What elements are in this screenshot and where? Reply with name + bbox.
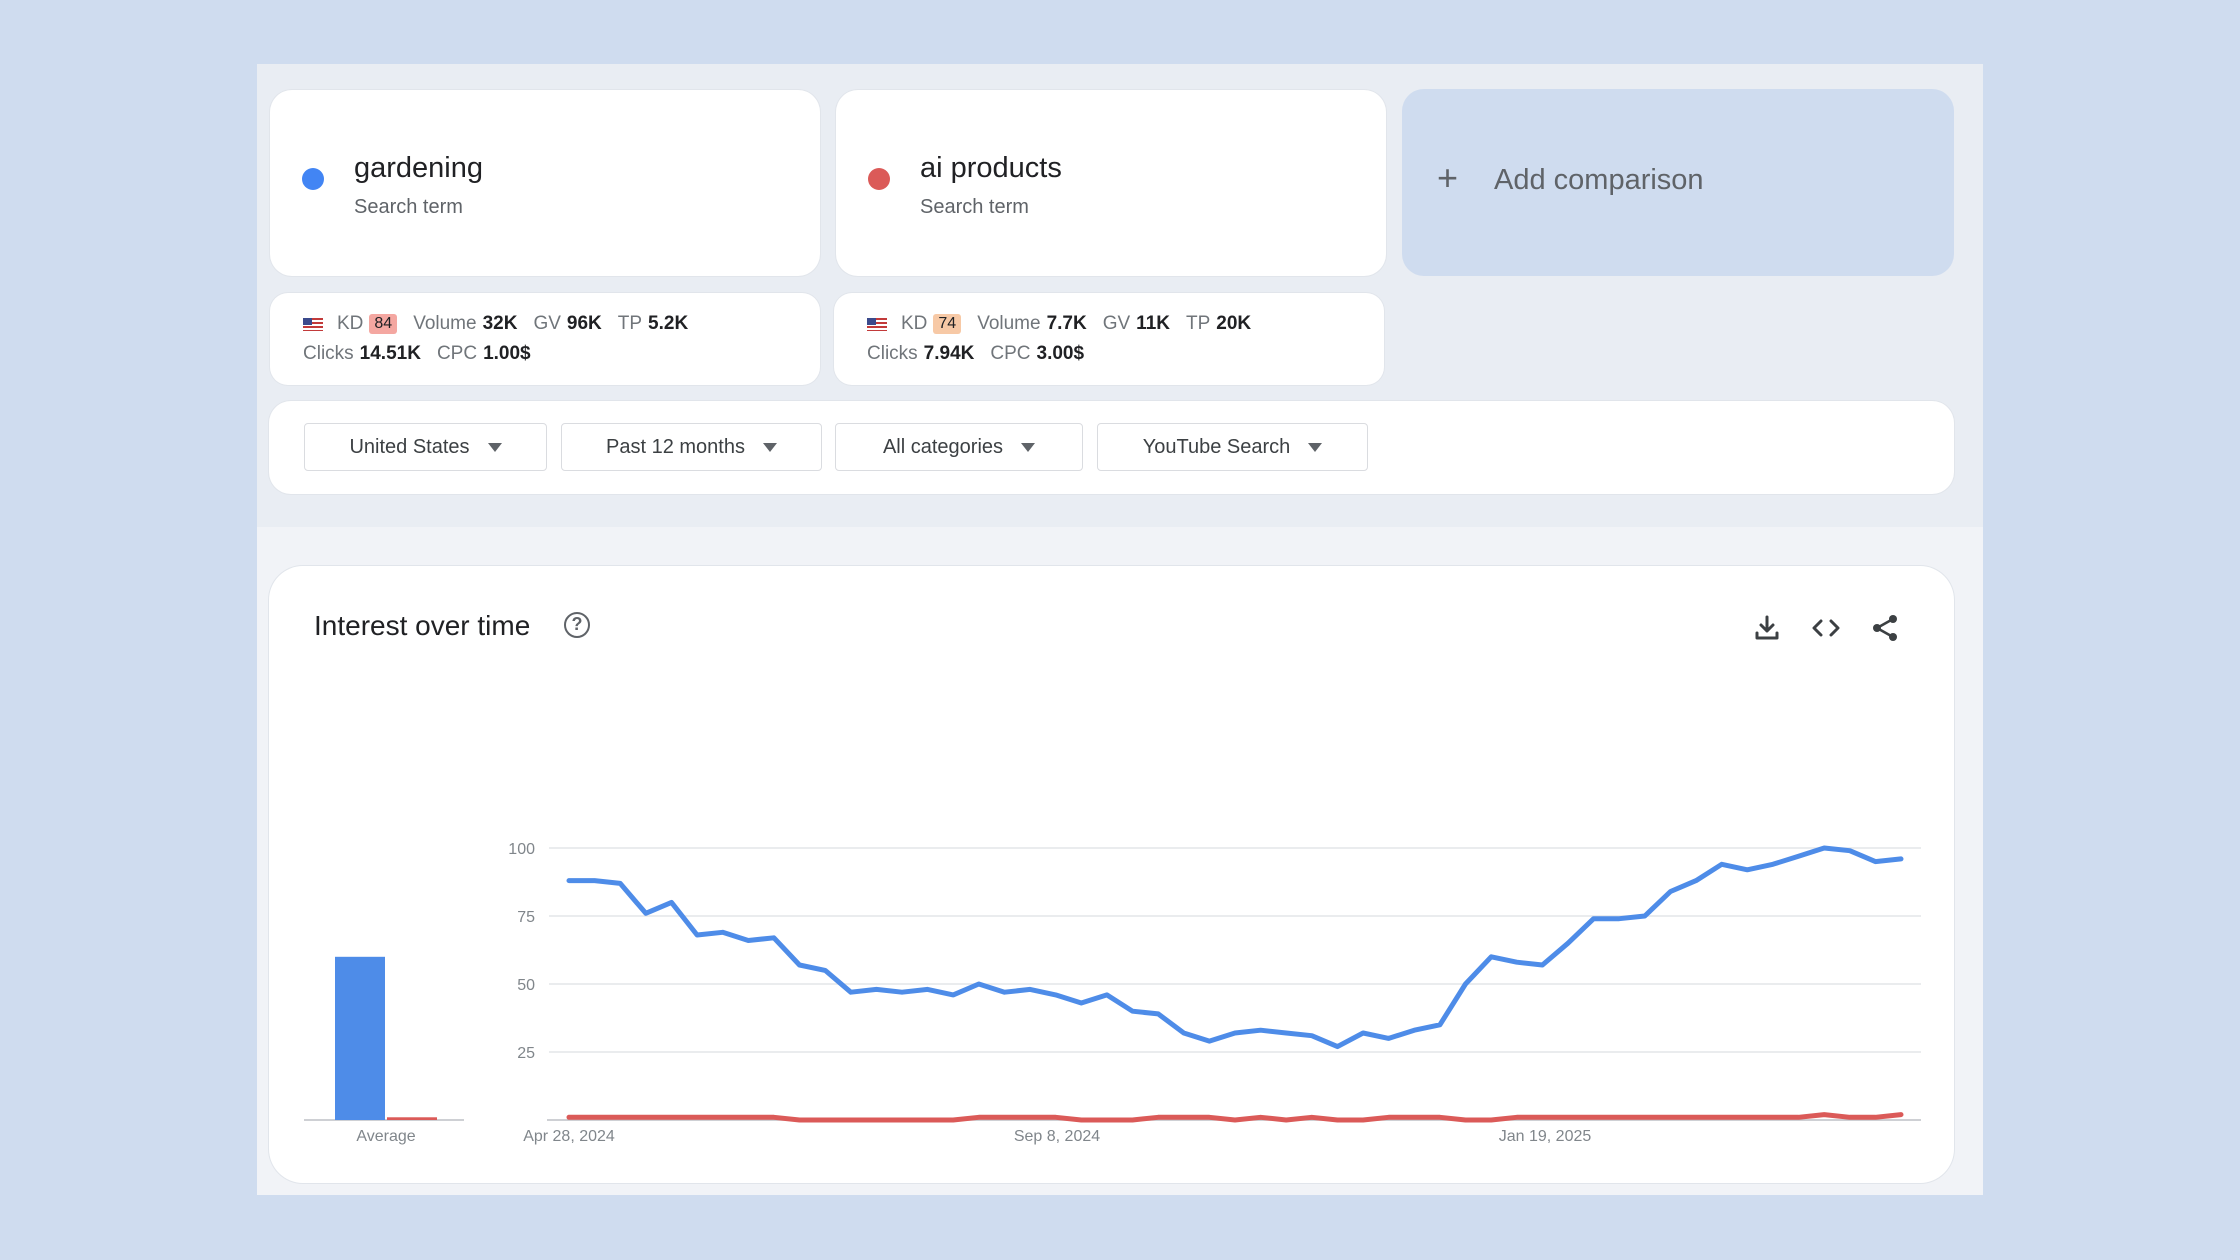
- plus-icon: +: [1437, 157, 1459, 198]
- add-comparison-label: Add comparison: [1494, 164, 1704, 196]
- caret-down-icon: [1308, 442, 1323, 452]
- term-card-ai-products[interactable]: ai products Search term: [836, 90, 1386, 276]
- clicks-label: Clicks: [303, 343, 354, 364]
- cpc-value: 3.00$: [1036, 343, 1085, 364]
- term-subtitle: Search term: [920, 196, 1029, 218]
- clicks-value: 14.51K: [359, 343, 421, 364]
- category-dropdown[interactable]: All categories: [835, 423, 1083, 471]
- y-tick-label: 75: [517, 909, 535, 926]
- y-tick-label: 50: [517, 977, 535, 994]
- metrics-card-gardening: KD 84 Volume 32K GV 96K TP 5.2K Clicks 1…: [270, 293, 820, 385]
- dropdown-label: YouTube Search: [1142, 435, 1291, 458]
- clicks-label: Clicks: [867, 343, 918, 364]
- country-dropdown[interactable]: United States: [304, 423, 547, 471]
- average-bar: [387, 1117, 437, 1120]
- caret-down-icon: [1021, 442, 1036, 452]
- gv-value: 11K: [1136, 313, 1170, 334]
- average-bar: [335, 956, 385, 1120]
- dropdown-label: All categories: [882, 435, 1004, 458]
- cpc-label: CPC: [990, 343, 1031, 364]
- y-tick-label: 100: [508, 841, 535, 858]
- x-tick-label: Jan 19, 2025: [1499, 1128, 1592, 1145]
- term-subtitle: Search term: [354, 196, 463, 218]
- clicks-value: 7.94K: [923, 343, 975, 364]
- term-color-dot: [868, 168, 890, 190]
- gv-value: 96K: [566, 313, 602, 334]
- y-tick-label: 25: [517, 1045, 535, 1062]
- term-name: gardening: [354, 152, 483, 184]
- kd-label: KD: [901, 313, 928, 334]
- kd-label: KD: [337, 313, 364, 334]
- add-comparison-button[interactable]: + Add comparison: [1402, 89, 1954, 276]
- us-flag-icon: [303, 317, 323, 331]
- tp-value: 5.2K: [648, 313, 689, 334]
- term-name: ai products: [920, 152, 1062, 184]
- main-panel: gardening Search term ai products Search…: [257, 64, 1983, 1195]
- cpc-label: CPC: [436, 343, 478, 364]
- metrics-card-ai-products: KD 74 Volume 7.7K GV 11K TP 20K Clicks 7…: [834, 293, 1384, 385]
- interest-chart: 25 50 75 100 Average Apr 28, 2024 Sep 8, 2024 J…: [304, 841, 1921, 1145]
- average-label: Average: [356, 1128, 415, 1145]
- us-flag-icon: [867, 317, 887, 331]
- tp-label: TP: [617, 313, 643, 334]
- term-color-dot: [302, 168, 324, 190]
- caret-down-icon: [487, 442, 502, 452]
- time-range-dropdown[interactable]: Past 12 months: [561, 423, 822, 471]
- tp-label: TP: [1185, 313, 1211, 334]
- gv-label: GV: [1102, 313, 1131, 334]
- caret-down-icon: [762, 442, 777, 452]
- volume-label: Volume: [977, 313, 1041, 334]
- search-type-dropdown[interactable]: YouTube Search: [1097, 423, 1368, 471]
- cpc-value: 1.00$: [483, 343, 531, 364]
- volume-value: 7.7K: [1046, 313, 1087, 334]
- dropdown-label: United States: [349, 435, 470, 458]
- filter-bar: United States Past 12 months All categor…: [269, 401, 1954, 494]
- dropdown-label: Past 12 months: [606, 435, 745, 458]
- kd-badge: 84: [369, 314, 398, 334]
- volume-value: 32K: [482, 313, 518, 334]
- term-card-gardening[interactable]: gardening Search term: [270, 90, 820, 276]
- metrics-row-top: KD 84 Volume 32K GV 96K TP 5.2K: [303, 313, 698, 335]
- x-tick-label: Sep 8, 2024: [1014, 1128, 1100, 1145]
- gv-label: GV: [533, 313, 561, 334]
- metrics-row-top: KD 74 Volume 7.7K GV 11K TP 20K: [867, 313, 1261, 335]
- metrics-row-bottom: Clicks 7.94K CPC 3.00$: [867, 343, 1094, 365]
- kd-badge: 74: [933, 314, 962, 334]
- series-line: [566, 845, 1904, 1050]
- series-line: [566, 1112, 1904, 1123]
- x-tick-label: Apr 28, 2024: [523, 1128, 615, 1145]
- volume-label: Volume: [413, 313, 477, 334]
- tp-value: 20K: [1216, 313, 1252, 334]
- interest-over-time-card: Interest over time ? 25 50 75 100 Average Apr…: [269, 566, 1954, 1183]
- metrics-row-bottom: Clicks 14.51K CPC 1.00$: [303, 343, 541, 365]
